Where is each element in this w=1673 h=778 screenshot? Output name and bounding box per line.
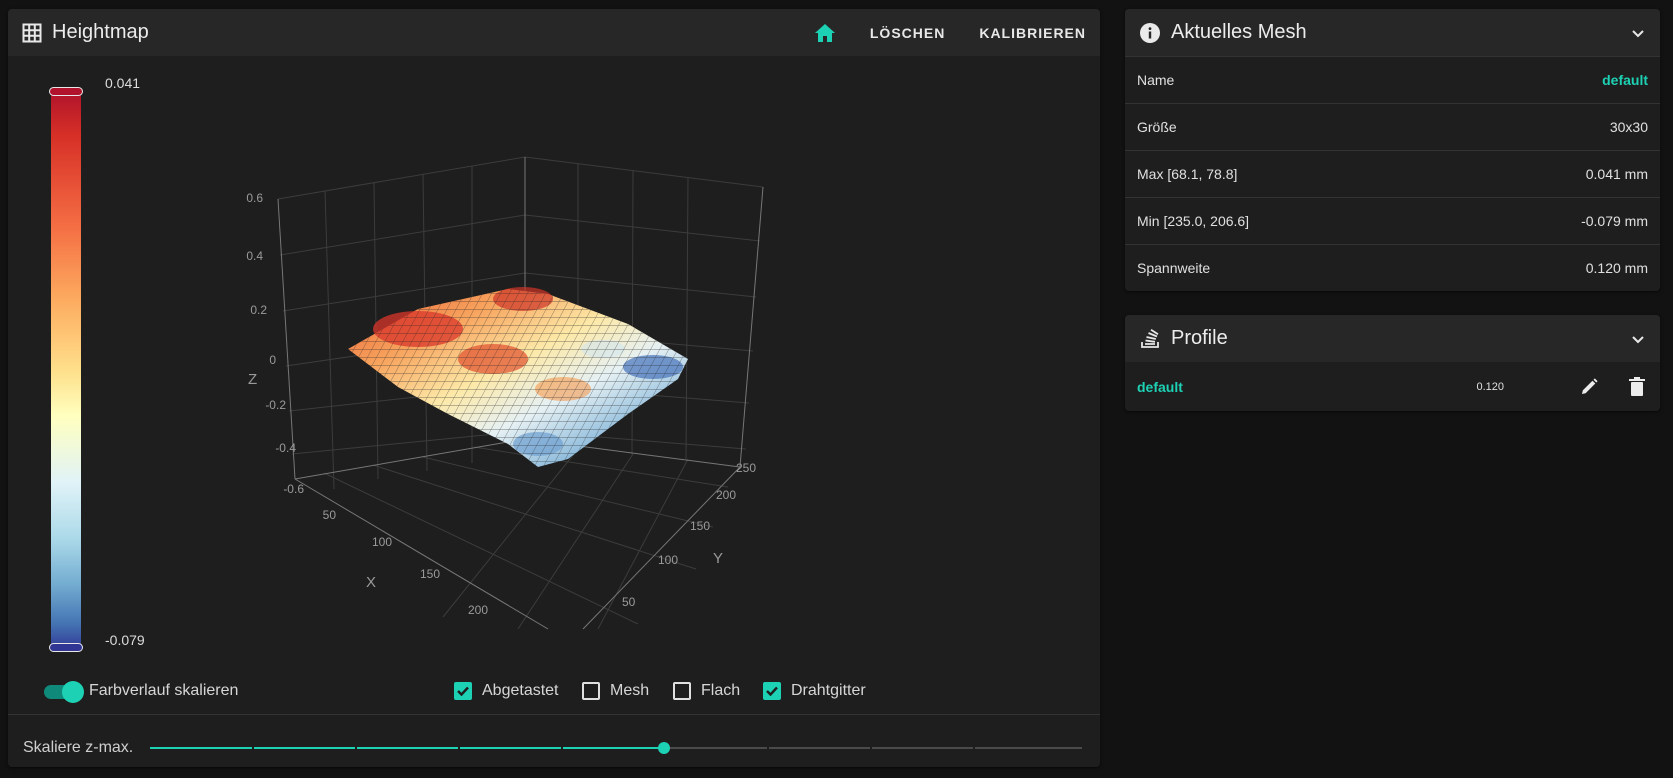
mesh-row-label: Spannweite: [1137, 260, 1211, 276]
x-tick-label: 100: [372, 535, 392, 549]
heightmap-controls: Farbverlauf skalieren Abgetastet Mesh Fl…: [8, 674, 1100, 714]
edit-profile-button[interactable]: [1578, 376, 1600, 398]
profile-card: Profile default 0.120: [1125, 315, 1660, 411]
y-tick-label: 250: [736, 461, 756, 475]
mesh-row-value: -0.079 mm: [1581, 213, 1648, 229]
x-tick-label: 200: [468, 603, 488, 617]
y-tick-label: 50: [622, 595, 636, 609]
zmax-slider-thumb[interactable]: [658, 742, 670, 754]
z-tick-label: 0.6: [246, 191, 263, 205]
mesh-row-name: Name default: [1125, 56, 1660, 103]
layers-stack-icon: [1139, 328, 1161, 350]
y-axis-label: Y: [713, 550, 723, 567]
z-tick-label: -0.2: [265, 398, 286, 412]
scale-gradient-label: Farbverlauf skalieren: [89, 682, 239, 699]
x-tick-label: 50: [323, 508, 337, 522]
slider-tick: [458, 747, 460, 749]
profile-name[interactable]: default: [1137, 379, 1476, 395]
profile-range-value: 0.120: [1476, 380, 1504, 393]
mesh-row-value: default: [1602, 72, 1648, 88]
current-mesh-title: Aktuelles Mesh: [1171, 21, 1307, 43]
current-mesh-header[interactable]: Aktuelles Mesh: [1125, 9, 1660, 56]
home-icon: [814, 23, 835, 42]
slider-tick: [355, 747, 357, 749]
scale-gradient-toggle[interactable]: [42, 680, 84, 704]
zmax-slider-label: Skaliere z-max.: [23, 739, 134, 756]
z-tick-label: -0.6: [283, 482, 304, 496]
profile-item[interactable]: default 0.120: [1125, 362, 1660, 411]
divider: [8, 714, 1100, 715]
slider-tick: [252, 747, 254, 749]
heightmap-card: Heightmap LÖSCHEN KALIBRIEREN 0.041 -0.0…: [8, 9, 1100, 767]
home-button[interactable]: [814, 23, 836, 43]
color-scale-max-value: 0.041: [105, 75, 141, 91]
x-tick-label: 150: [420, 567, 440, 581]
zmax-slider-track-active[interactable]: [150, 747, 664, 749]
mesh-row-min: Min [235.0, 206.6] -0.079 mm: [1125, 197, 1660, 244]
profile-title: Profile: [1171, 327, 1228, 349]
y-tick-label: 200: [716, 488, 736, 502]
flat-label: Flach: [701, 682, 741, 699]
profile-header[interactable]: Profile: [1125, 315, 1660, 362]
zmax-slider-track-inactive[interactable]: [664, 747, 1082, 749]
probed-label: Abgetastet: [482, 682, 559, 699]
slider-tick: [973, 747, 975, 749]
mesh-checkbox[interactable]: [582, 682, 600, 700]
pencil-icon: [1582, 377, 1598, 394]
wireframe-label: Drahtgitter: [791, 682, 866, 699]
color-scale-min-value: -0.079: [105, 632, 145, 648]
slider-tick: [767, 747, 769, 749]
grid-icon: [22, 23, 42, 43]
slider-tick: [561, 747, 563, 749]
mesh-row-label: Größe: [1137, 119, 1177, 135]
trash-icon: [1629, 376, 1645, 396]
color-scale-bar: [51, 91, 81, 651]
y-tick-label: 150: [690, 519, 710, 533]
slider-tick: [870, 747, 872, 749]
z-axis-label: Z: [248, 371, 257, 388]
heightmap-header: Heightmap LÖSCHEN KALIBRIEREN: [8, 9, 1100, 56]
mesh-row-size: Größe 30x30: [1125, 103, 1660, 150]
info-icon: [1139, 22, 1161, 44]
chevron-down-icon[interactable]: [1630, 25, 1646, 41]
mesh-row-value: 30x30: [1609, 119, 1648, 135]
chevron-down-icon[interactable]: [1630, 331, 1646, 347]
probed-checkbox[interactable]: [454, 682, 472, 700]
heightmap-3d-plot[interactable]: 0.6 0.4 0.2 0 -0.2 -0.4 -0.6 Z 50 100 15…: [208, 149, 828, 649]
mesh-row-max: Max [68.1, 78.8] 0.041 mm: [1125, 150, 1660, 197]
color-scale-max-handle[interactable]: [49, 87, 83, 96]
mesh-row-range: Spannweite 0.120 mm: [1125, 244, 1660, 291]
y-tick-label: 100: [658, 553, 678, 567]
mesh-row-value: 0.120 mm: [1585, 260, 1648, 276]
x-axis-label: X: [366, 574, 376, 591]
current-mesh-card: Aktuelles Mesh Name default Größe 30x30 …: [1125, 9, 1660, 291]
heightmap-title: Heightmap: [52, 21, 149, 43]
mesh-row-label: Name: [1137, 72, 1175, 88]
mesh-row-value: 0.041 mm: [1585, 166, 1648, 182]
clear-button[interactable]: LÖSCHEN: [870, 25, 945, 41]
flat-checkbox[interactable]: [673, 682, 691, 700]
toggle-knob: [62, 681, 84, 703]
checkmark-icon: [457, 686, 469, 697]
calibrate-button[interactable]: KALIBRIEREN: [979, 25, 1086, 41]
z-tick-label: 0.4: [246, 249, 263, 263]
z-tick-label: -0.4: [275, 441, 296, 455]
delete-profile-button[interactable]: [1626, 376, 1648, 398]
mesh-row-label: Min [235.0, 206.6]: [1137, 213, 1250, 229]
wireframe-checkbox[interactable]: [763, 682, 781, 700]
z-tick-label: 0.2: [250, 303, 267, 317]
mesh-row-label: Max [68.1, 78.8]: [1137, 166, 1238, 182]
checkmark-icon: [766, 686, 778, 697]
color-scale-min-handle[interactable]: [49, 643, 83, 652]
mesh-label: Mesh: [610, 682, 650, 699]
z-tick-label: 0: [269, 353, 276, 367]
